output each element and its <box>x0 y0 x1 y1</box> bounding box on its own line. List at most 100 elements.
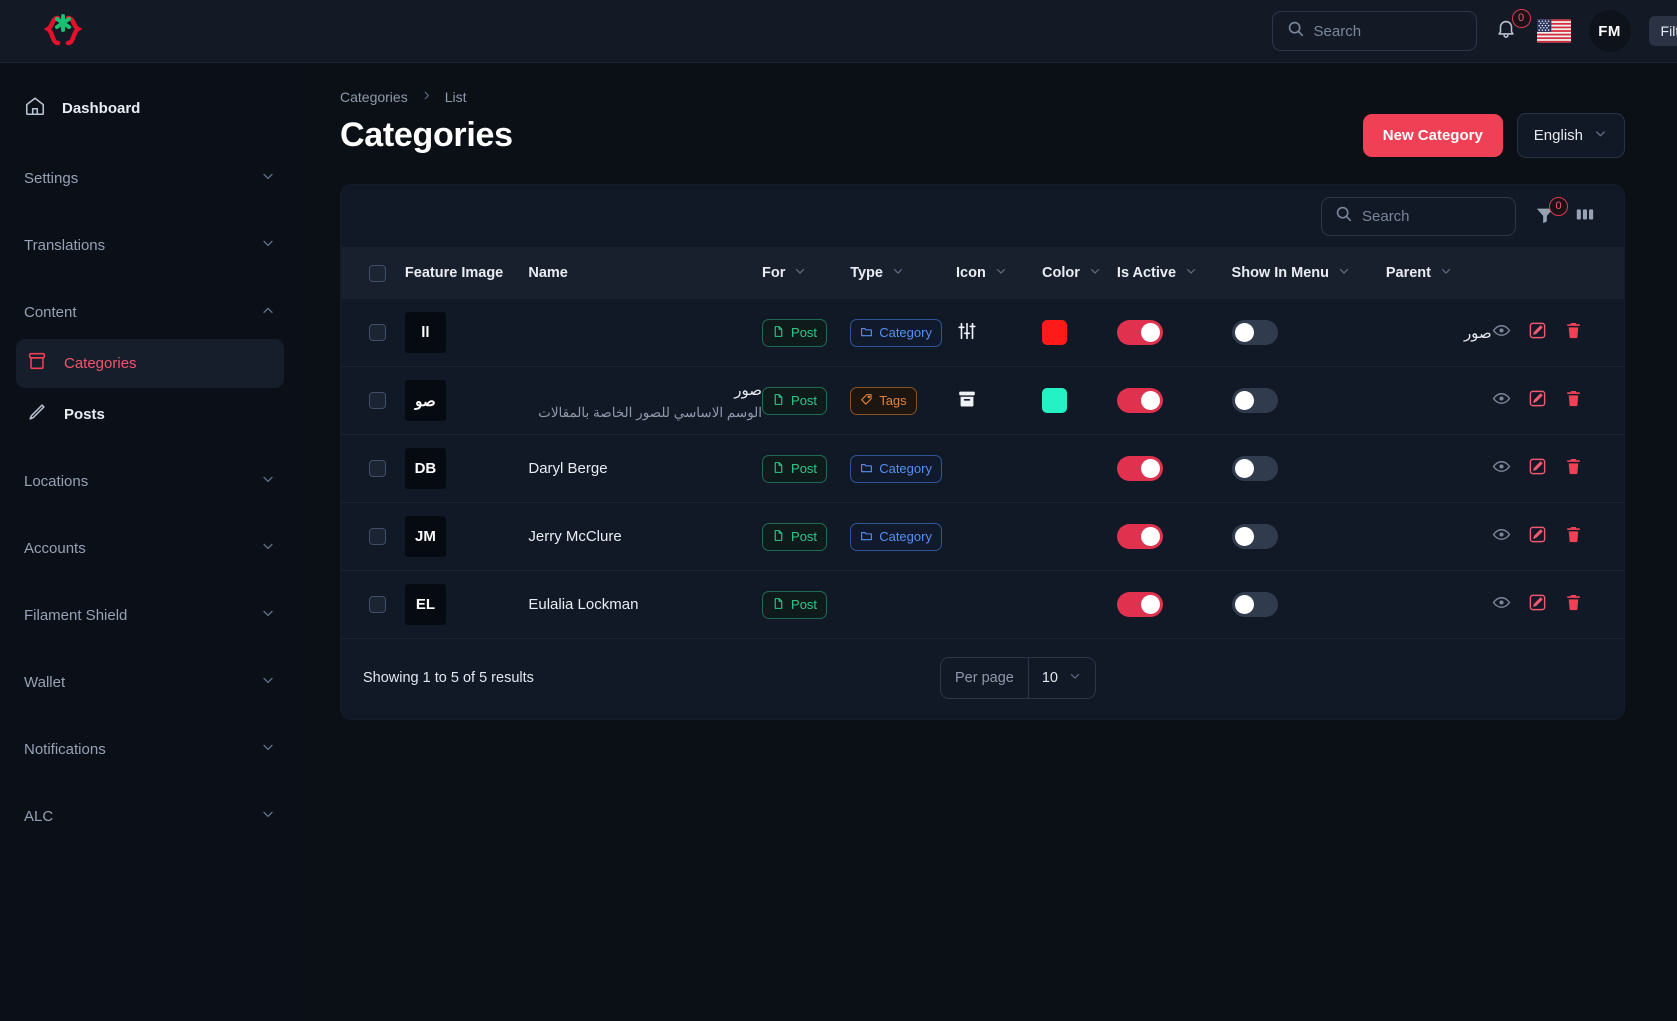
view-icon[interactable] <box>1492 457 1511 480</box>
is-active-toggle[interactable] <box>1116 524 1163 549</box>
cell-select <box>341 503 405 571</box>
sidebar-group-settings[interactable]: Settings <box>16 154 284 203</box>
show-in-menu-toggle[interactable] <box>1231 388 1278 413</box>
sidebar-group-content[interactable]: Content <box>16 288 284 337</box>
view-icon[interactable] <box>1492 525 1511 548</box>
table-row: DB Daryl Berge Post Category <box>341 434 1624 503</box>
edit-icon[interactable] <box>1528 389 1547 412</box>
cell-for: Post <box>762 435 850 503</box>
edit-icon[interactable] <box>1528 321 1547 344</box>
sidebar-group-filament-shield[interactable]: Filament Shield <box>16 591 284 640</box>
th-is-active[interactable]: Is Active <box>1117 247 1232 299</box>
app-logo[interactable] <box>0 9 300 53</box>
cell-actions <box>1492 435 1624 503</box>
per-page-label: Per page <box>941 658 1029 698</box>
badge-type: Category <box>850 522 942 551</box>
home-icon <box>24 95 46 122</box>
filter-button[interactable]: 0 <box>1534 197 1568 228</box>
delete-icon[interactable] <box>1564 525 1583 548</box>
sidebar-item-posts[interactable]: Posts <box>16 390 284 439</box>
language-selector[interactable]: English <box>1516 113 1625 158</box>
sidebar-item-categories[interactable]: Categories <box>16 339 284 388</box>
show-in-menu-toggle[interactable] <box>1231 320 1278 345</box>
sidebar-group-wallet[interactable]: Wallet <box>16 658 284 707</box>
cell-color <box>1042 571 1117 639</box>
sidebar-group-translations[interactable]: Translations <box>16 221 284 270</box>
select-all-checkbox[interactable] <box>369 264 386 282</box>
cell-actions <box>1492 571 1624 639</box>
chevron-down-icon <box>1593 126 1608 145</box>
cell-for: Post <box>762 571 850 639</box>
delete-icon[interactable] <box>1564 389 1583 412</box>
toggle-knob <box>1234 459 1254 478</box>
toggle-knob <box>1140 391 1160 410</box>
breadcrumb-item-list[interactable]: List <box>445 89 467 105</box>
edit-icon[interactable] <box>1528 593 1547 616</box>
th-color[interactable]: Color <box>1042 247 1117 299</box>
row-actions <box>1492 525 1624 548</box>
th-show-in-menu[interactable]: Show In Menu <box>1232 247 1386 299</box>
th-parent[interactable]: Parent <box>1386 247 1492 299</box>
cell-show-in-menu <box>1231 367 1386 435</box>
is-active-toggle[interactable] <box>1116 456 1163 481</box>
us-flag-icon[interactable] <box>1536 19 1571 43</box>
user-avatar[interactable]: FM <box>1588 10 1631 52</box>
per-page-selector[interactable]: Per page 10 <box>940 657 1096 699</box>
notifications-button[interactable]: 0 <box>1495 9 1531 46</box>
cell-is-active <box>1116 299 1232 367</box>
sidebar-group-locations[interactable]: Locations <box>16 457 284 506</box>
toggle-knob <box>1140 459 1160 478</box>
columns-icon[interactable] <box>1574 203 1596 230</box>
row-checkbox[interactable] <box>369 460 386 477</box>
breadcrumb-item-categories[interactable]: Categories <box>340 89 408 105</box>
row-checkbox[interactable] <box>369 324 386 341</box>
sidebar-group-accounts[interactable]: Accounts <box>16 524 284 573</box>
row-checkbox[interactable] <box>369 528 386 545</box>
edit-icon[interactable] <box>1528 457 1547 480</box>
view-icon[interactable] <box>1492 593 1511 616</box>
chevron-down-icon <box>1337 264 1351 282</box>
badge-type: Category <box>850 318 942 347</box>
th-name: Name <box>528 247 762 299</box>
edit-icon[interactable] <box>1528 525 1547 548</box>
is-active-toggle[interactable] <box>1116 388 1163 413</box>
view-icon[interactable] <box>1492 321 1511 344</box>
sidebar-group-notifications[interactable]: Notifications <box>16 725 284 774</box>
th-type[interactable]: Type <box>850 247 956 299</box>
badge-label: Post <box>791 325 818 340</box>
row-checkbox[interactable] <box>369 392 386 409</box>
row-checkbox[interactable] <box>369 596 386 613</box>
cell-type <box>850 571 956 639</box>
view-icon[interactable] <box>1492 389 1511 412</box>
badge-label: Category <box>879 529 932 544</box>
cell-feature-image: JM <box>404 503 528 571</box>
is-active-toggle[interactable] <box>1116 592 1163 617</box>
table-search[interactable] <box>1321 196 1516 236</box>
delete-icon[interactable] <box>1564 593 1583 616</box>
th-for[interactable]: For <box>762 247 850 299</box>
global-search[interactable] <box>1271 11 1477 51</box>
per-page-value-wrap[interactable]: 10 <box>1029 658 1095 698</box>
document-icon <box>772 461 785 477</box>
show-in-menu-toggle[interactable] <box>1231 456 1278 481</box>
document-icon <box>772 597 785 613</box>
delete-icon[interactable] <box>1564 457 1583 480</box>
th-icon[interactable]: Icon <box>956 247 1042 299</box>
sidebar-group-alc[interactable]: ALC <box>16 792 284 841</box>
table-search-input[interactable] <box>1362 207 1502 225</box>
page-actions: New Category English <box>1362 113 1625 158</box>
chevron-down-icon <box>994 264 1008 282</box>
main-content: Categories List Categories New Category … <box>300 63 1677 1021</box>
sidebar-item-dashboard[interactable]: Dashboard <box>16 85 284 132</box>
th-actions <box>1492 247 1624 299</box>
chevron-down-icon <box>260 806 276 827</box>
show-in-menu-toggle[interactable] <box>1231 592 1278 617</box>
show-in-menu-toggle[interactable] <box>1231 524 1278 549</box>
badge-for: Post <box>762 590 828 619</box>
is-active-toggle[interactable] <box>1116 320 1163 345</box>
row-actions <box>1492 457 1624 480</box>
cell-show-in-menu <box>1231 503 1386 571</box>
search-input[interactable] <box>1313 22 1462 40</box>
new-category-button[interactable]: New Category <box>1362 114 1503 157</box>
delete-icon[interactable] <box>1564 321 1583 344</box>
